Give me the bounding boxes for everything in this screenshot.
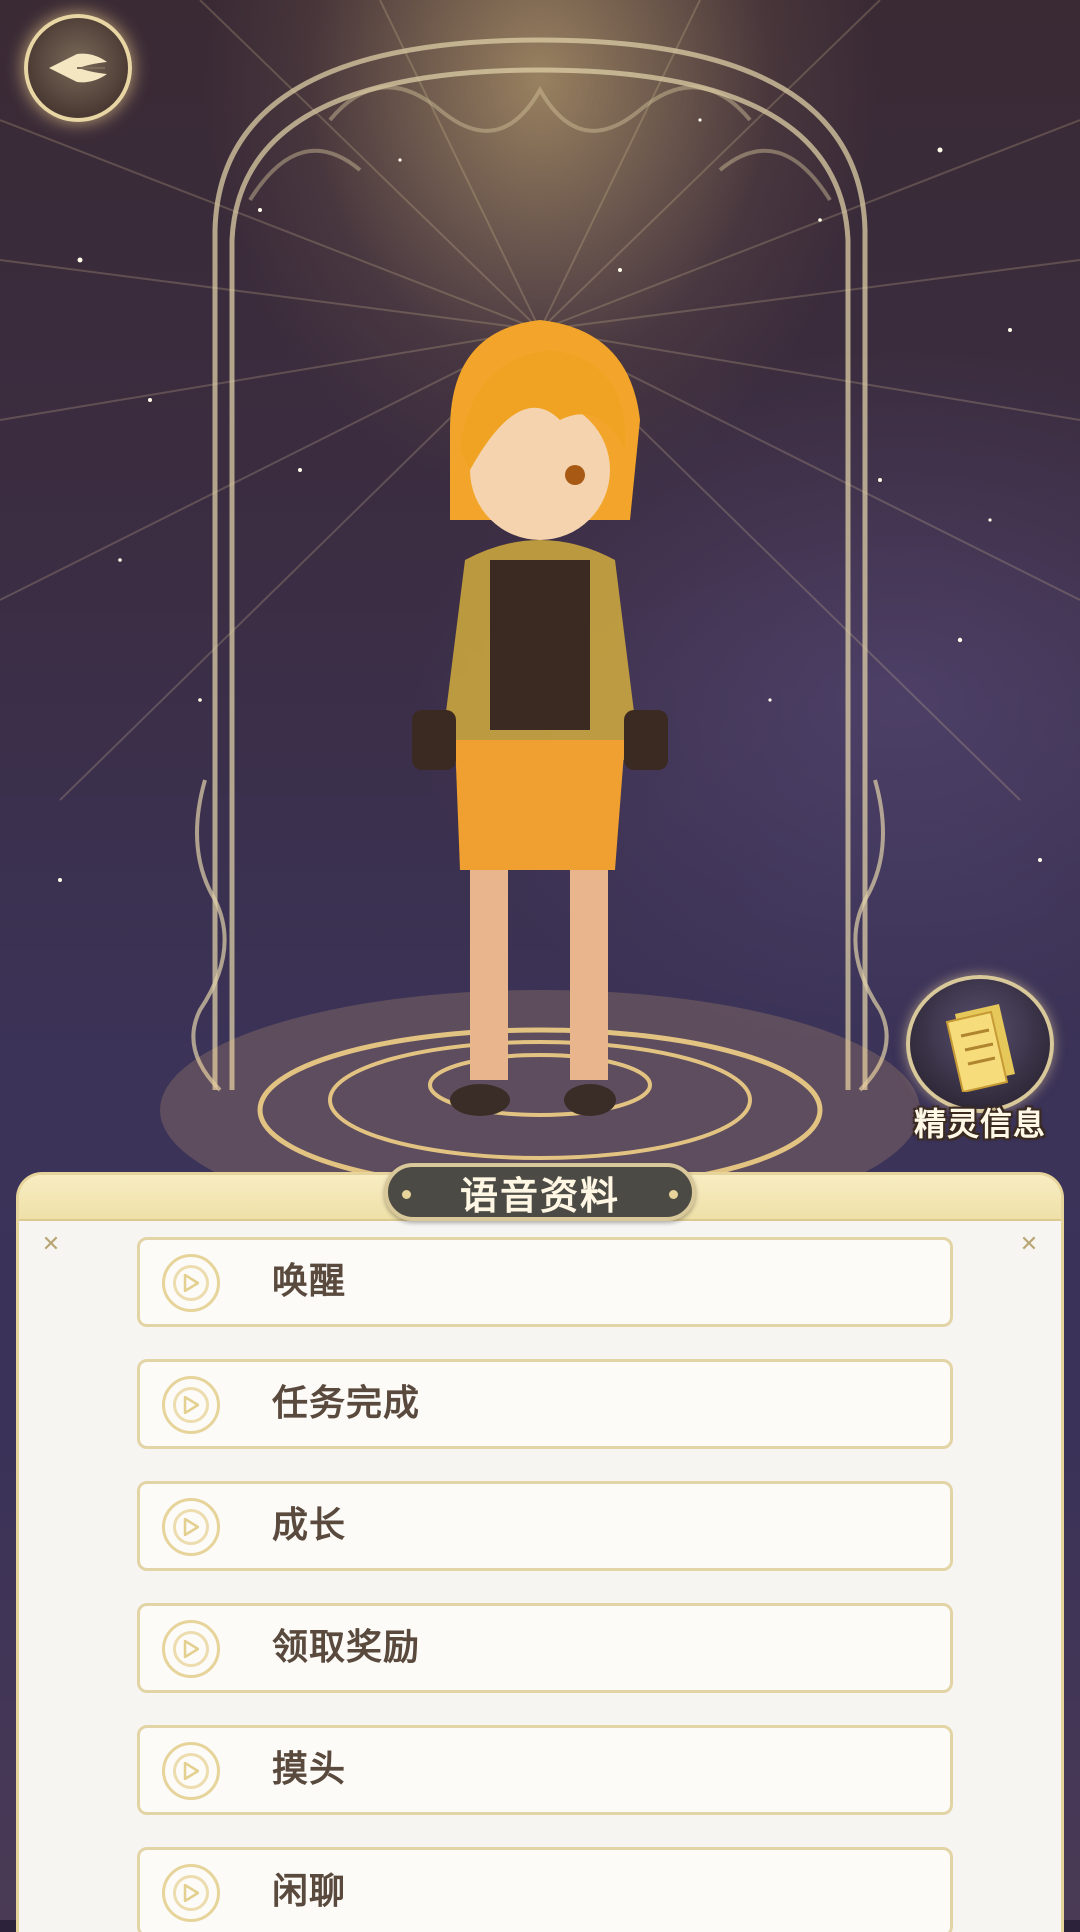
voice-item-claim-reward[interactable]: 领取奖励	[137, 1603, 953, 1693]
voice-list[interactable]: 唤醒 任务完成 成长 领取奖励 摸头 闲聊	[137, 1237, 957, 1932]
scroll-document-icon	[945, 1004, 1015, 1092]
voice-item-chat[interactable]: 闲聊	[137, 1847, 953, 1932]
play-icon	[183, 1518, 199, 1536]
voice-item-task-complete[interactable]: 任务完成	[137, 1359, 953, 1449]
back-button[interactable]	[24, 14, 132, 122]
play-button[interactable]	[162, 1498, 220, 1556]
play-icon	[183, 1762, 199, 1780]
spirit-info-label: 精灵信息	[913, 1105, 1046, 1143]
title-dot-ornament	[669, 1190, 678, 1199]
voice-item-label: 任务完成	[272, 1383, 421, 1424]
voice-item-label: 领取奖励	[272, 1627, 421, 1668]
leaf-arrow-back-icon	[49, 53, 107, 83]
title-dot-ornament	[402, 1190, 411, 1199]
voice-item-awaken[interactable]: 唤醒	[137, 1237, 953, 1327]
voice-panel-title-text: 语音资料	[459, 1173, 620, 1218]
play-button[interactable]	[162, 1376, 220, 1434]
voice-item-label: 成长	[272, 1505, 347, 1546]
play-icon	[183, 1640, 199, 1658]
voice-item-label: 摸头	[272, 1749, 347, 1790]
play-icon	[183, 1274, 199, 1292]
play-button[interactable]	[162, 1620, 220, 1678]
spirit-info-badge	[906, 975, 1054, 1113]
corner-ornament-icon: ✕	[41, 1232, 61, 1257]
voice-panel-title: 语音资料	[384, 1163, 696, 1221]
play-button[interactable]	[162, 1864, 220, 1922]
voice-item-head-pat[interactable]: 摸头	[137, 1725, 953, 1815]
voice-panel: ✕ ✕ 唤醒 任务完成 成长 领取奖励 摸头 闲聊	[16, 1172, 1064, 1932]
spirit-info-button[interactable]: 精灵信息	[900, 975, 1060, 1145]
corner-ornament-icon: ✕	[1019, 1232, 1039, 1257]
play-button[interactable]	[162, 1742, 220, 1800]
play-icon	[183, 1396, 199, 1414]
voice-item-growth[interactable]: 成长	[137, 1481, 953, 1571]
play-icon	[183, 1884, 199, 1902]
play-button[interactable]	[162, 1254, 220, 1312]
voice-item-label: 唤醒	[272, 1261, 347, 1302]
